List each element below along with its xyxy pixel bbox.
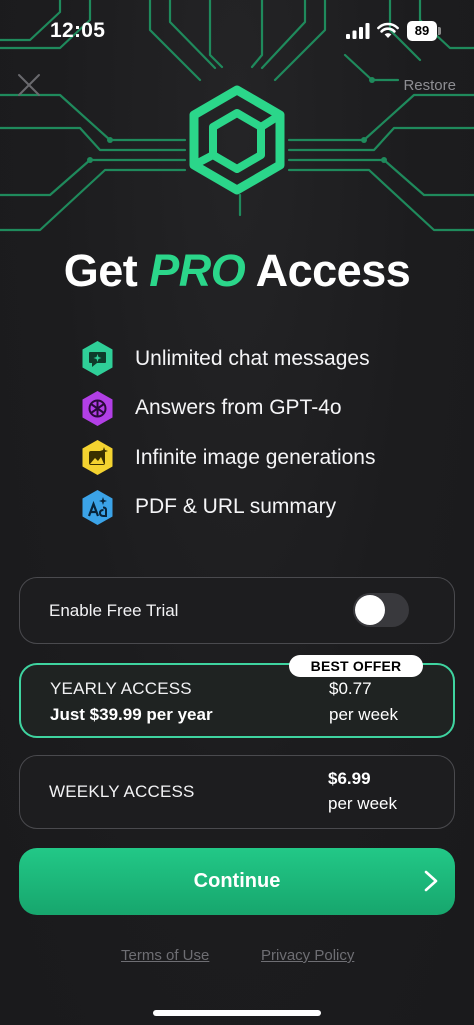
restore-button[interactable]: Restore: [403, 77, 456, 94]
feature-label: Infinite image generations: [135, 445, 376, 469]
weekly-plan-card[interactable]: WEEKLY ACCESS $6.99 per week: [19, 755, 455, 829]
feature-list: Unlimited chat messages Answers from GPT…: [79, 340, 376, 538]
page-title: Get PRO Access: [0, 245, 474, 297]
close-icon: [18, 74, 40, 96]
privacy-policy-link[interactable]: Privacy Policy: [261, 947, 354, 964]
chat-sparkle-icon: [82, 341, 113, 376]
weekly-plan-price: $6.99: [328, 769, 371, 788]
continue-label: Continue: [193, 870, 281, 892]
feature-item: PDF & URL summary: [79, 489, 376, 526]
app-logo-icon: [189, 85, 285, 195]
feature-label: Answers from GPT-4o: [135, 396, 342, 419]
chevron-right-icon: [424, 870, 438, 892]
title-prefix: Get: [63, 245, 138, 296]
openai-icon: [82, 390, 113, 426]
yearly-plan-period: per week: [329, 705, 398, 724]
text-sparkle-icon: [82, 489, 113, 525]
feature-label: Unlimited chat messages: [135, 346, 370, 370]
battery-indicator: 89: [407, 21, 441, 41]
title-highlight: PRO: [149, 245, 246, 296]
free-trial-toggle[interactable]: [353, 593, 409, 627]
image-sparkle-icon: [82, 440, 113, 475]
yearly-plan-price: $0.77: [329, 679, 372, 698]
terms-of-use-link[interactable]: Terms of Use: [121, 947, 209, 964]
yearly-plan-subtitle: Just $39.99 per year: [50, 705, 213, 724]
yearly-plan-name: YEARLY ACCESS: [50, 679, 192, 698]
feature-item: Infinite image generations: [79, 439, 376, 476]
home-indicator: [153, 1010, 321, 1016]
free-trial-label: Enable Free Trial: [49, 601, 179, 620]
feature-item: Unlimited chat messages: [79, 340, 376, 377]
best-offer-badge: BEST OFFER: [289, 655, 423, 677]
battery-level: 89: [407, 21, 437, 41]
toggle-knob: [355, 595, 385, 625]
continue-button[interactable]: Continue: [19, 848, 455, 915]
feature-item: Answers from GPT-4o: [79, 390, 376, 427]
yearly-plan-card[interactable]: BEST OFFER YEARLY ACCESS Just $39.99 per…: [19, 655, 455, 738]
free-trial-card[interactable]: Enable Free Trial: [19, 577, 455, 644]
weekly-plan-period: per week: [328, 794, 397, 813]
feature-label: PDF & URL summary: [135, 495, 337, 518]
cellular-signal-icon: [346, 23, 370, 39]
battery-cap: [438, 27, 441, 35]
status-bar: 12:05 89: [0, 0, 474, 62]
status-time: 12:05: [50, 19, 106, 42]
weekly-plan-name: WEEKLY ACCESS: [49, 782, 195, 801]
close-button[interactable]: [14, 70, 44, 100]
wifi-icon: [377, 22, 399, 38]
title-suffix: Access: [255, 245, 411, 296]
